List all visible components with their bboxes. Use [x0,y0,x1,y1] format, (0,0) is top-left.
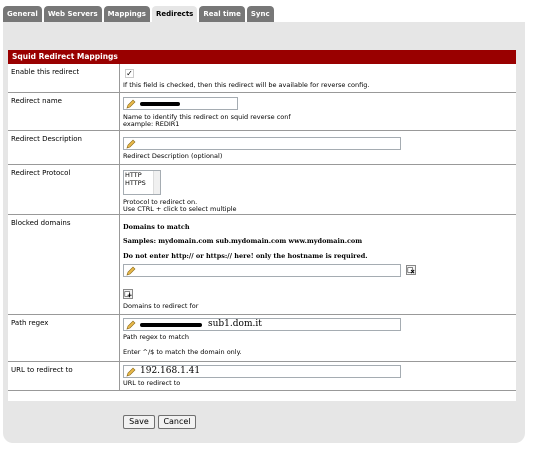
row-redirect-description: Redirect Description Redirect Descriptio… [8,131,516,165]
tab-general[interactable]: General [3,6,42,22]
path-regex-label: Path regex [11,319,49,327]
redirect-description-label: Redirect Description [11,135,82,143]
pencil-icon [126,139,136,149]
tab-sync[interactable]: Sync [246,6,274,22]
redacted-text [140,102,180,106]
blocked-domains-description: Domains to redirect for [123,302,199,310]
redirect-protocol-label: Redirect Protocol [11,169,71,177]
blocked-domain-input[interactable] [123,264,401,277]
cancel-button[interactable]: Cancel [158,415,196,429]
protocol-multiselect[interactable]: HTTP HTTPS [123,170,161,195]
tab-redirects[interactable]: Redirects [151,6,198,23]
redirect-description-input[interactable] [123,137,401,150]
protocol-description-2: Use CTRL + click to select multiple [123,205,237,213]
row-blocked-domains: Blocked domains Domains to match Samples… [8,215,516,315]
tab-real-time[interactable]: Real time [199,6,245,22]
redirect-url-input[interactable]: 192.168.1.41 [123,365,401,378]
add-row-icon[interactable] [123,289,133,299]
redirect-name-input[interactable] [123,97,238,110]
row-redirect-url: URL to redirect to 192.168.1.41 URL to r… [8,362,516,391]
redirect-description-help: Redirect Description (optional) [123,152,223,160]
row-redirect-name: Redirect name Name to identify this redi… [8,93,516,131]
redacted-text [140,323,202,327]
path-regex-description-2: Enter ^/$ to match the domain only. [123,348,242,356]
path-regex-description-1: Path regex to match [123,333,189,341]
row-enable: Enable this redirect ✓ If this field is … [8,64,516,93]
redirect-url-label: URL to redirect to [11,366,73,374]
tab-web-servers[interactable]: Web Servers [43,6,102,22]
redirect-form: Enable this redirect ✓ If this field is … [8,64,516,401]
listbox-scrollbar[interactable] [153,171,160,194]
remove-row-icon[interactable] [406,265,416,275]
domains-samples: Samples: mydomain.com sub.mydomain.com w… [123,237,363,245]
row-redirect-protocol: Redirect Protocol HTTP HTTPS Protocol to… [8,165,516,215]
pencil-icon [126,320,136,330]
enable-description: If this field is checked, then this redi… [123,81,370,89]
redirect-name-label: Redirect name [11,97,62,105]
blocked-domains-label: Blocked domains [11,219,71,227]
enable-label: Enable this redirect [11,68,80,76]
redirect-name-description-2: example: REDIR1 [123,120,180,128]
pencil-icon [126,367,136,377]
row-path-regex: Path regex sub1.dom.it Path regex to mat… [8,315,516,362]
redirect-url-description: URL to redirect to [123,379,181,387]
tab-mappings[interactable]: Mappings [103,6,150,22]
tab-bar: General Web Servers Mappings Redirects R… [3,6,274,23]
pencil-icon [126,266,136,276]
section-header: Squid Redirect Mappings [8,50,516,64]
save-button[interactable]: Save [123,415,155,429]
path-regex-input[interactable]: sub1.dom.it [123,318,401,331]
pencil-icon [126,99,136,109]
domains-warning: Do not enter http:// or https:// here! o… [123,252,368,260]
checkmark-icon: ✓ [126,69,133,78]
enable-checkbox[interactable]: ✓ [125,69,134,78]
domains-heading: Domains to match [123,223,190,231]
